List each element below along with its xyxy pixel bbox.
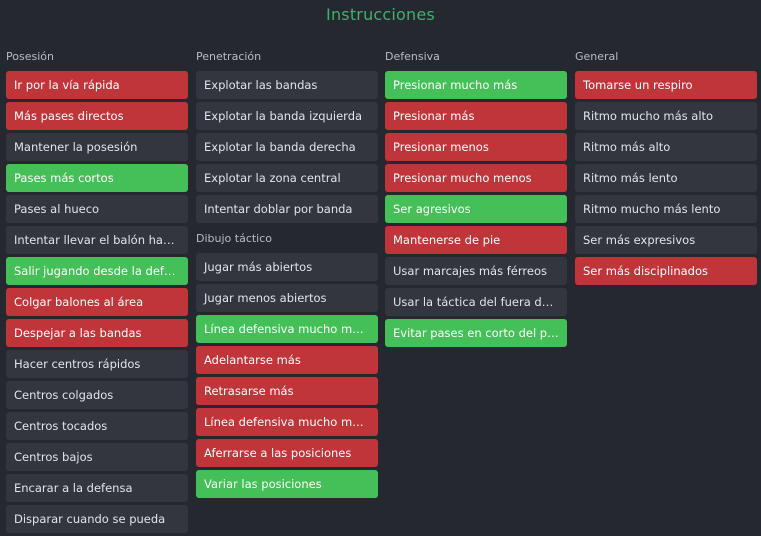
instruction-button-intentar-llevar-el-balon-hasta-la-porteria[interactable]: Intentar llevar el balón hasta la porter… bbox=[6, 226, 188, 254]
instruction-button-ritmo-mucho-mas-lento[interactable]: Ritmo mucho más lento bbox=[575, 195, 757, 223]
instruction-button-intentar-doblar-por-banda[interactable]: Intentar doblar por banda bbox=[196, 195, 378, 223]
instruction-button-explotar-la-zona-central[interactable]: Explotar la zona central bbox=[196, 164, 378, 192]
section-header-dibujo-tactico: Dibujo táctico bbox=[196, 232, 273, 245]
column-header-penetracion: Penetración bbox=[196, 50, 262, 63]
instruction-button-jugar-menos-abiertos[interactable]: Jugar menos abiertos bbox=[196, 284, 378, 312]
instruction-button-explotar-la-banda-derecha[interactable]: Explotar la banda derecha bbox=[196, 133, 378, 161]
instruction-button-centros-tocados[interactable]: Centros tocados bbox=[6, 412, 188, 440]
instruction-button-encarar-a-la-defensa[interactable]: Encarar a la defensa bbox=[6, 474, 188, 502]
instruction-button-presionar-mucho-menos[interactable]: Presionar mucho menos bbox=[385, 164, 567, 192]
instruction-button-mantener-la-posesion[interactable]: Mantener la posesión bbox=[6, 133, 188, 161]
instruction-button-despejar-a-las-bandas[interactable]: Despejar a las bandas bbox=[6, 319, 188, 347]
page-title: Instrucciones bbox=[326, 5, 435, 24]
instruction-button-usar-marcajes-mas-ferreos[interactable]: Usar marcajes más férreos bbox=[385, 257, 567, 285]
column-posesion: Posesión Ir por la vía rápida Más pases d… bbox=[6, 47, 188, 536]
instruction-button-pases-al-hueco[interactable]: Pases al hueco bbox=[6, 195, 188, 223]
instruction-button-retrasarse-mas[interactable]: Retrasarse más bbox=[196, 377, 378, 405]
column-header-general: General bbox=[575, 50, 619, 63]
instruction-button-ser-agresivos[interactable]: Ser agresivos bbox=[385, 195, 567, 223]
instruction-button-usar-la-tactica-del-fuera-de-juego[interactable]: Usar la táctica del fuera de juego bbox=[385, 288, 567, 316]
instruction-button-centros-bajos[interactable]: Centros bajos bbox=[6, 443, 188, 471]
instruction-button-aferrarse-a-las-posiciones[interactable]: Aferrarse a las posiciones bbox=[196, 439, 378, 467]
instruction-button-colgar-balones-al-area[interactable]: Colgar balones al área bbox=[6, 288, 188, 316]
instruction-button-presionar-mas[interactable]: Presionar más bbox=[385, 102, 567, 130]
column-defensiva: Defensiva Presionar mucho más Presionar m… bbox=[385, 47, 567, 350]
instruction-button-presionar-mucho-mas[interactable]: Presionar mucho más bbox=[385, 71, 567, 99]
instruction-button-tomarse-un-respiro[interactable]: Tomarse un respiro bbox=[575, 71, 757, 99]
instruction-button-explotar-las-bandas[interactable]: Explotar las bandas bbox=[196, 71, 378, 99]
instruction-button-salir-jugando-desde-la-defensa[interactable]: Salir jugando desde la defensa bbox=[6, 257, 188, 285]
column-header-posesion: Posesión bbox=[6, 50, 54, 63]
instruction-button-ser-mas-expresivos[interactable]: Ser más expresivos bbox=[575, 226, 757, 254]
instruction-button-disparar-cuando-se-pueda[interactable]: Disparar cuando se pueda bbox=[6, 505, 188, 533]
instruction-button-mantenerse-de-pie[interactable]: Mantenerse de pie bbox=[385, 226, 567, 254]
instruction-button-ser-mas-disciplinados[interactable]: Ser más disciplinados bbox=[575, 257, 757, 285]
instruction-button-linea-defensiva-mucho-mas-retrasada[interactable]: Línea defensiva mucho más retrasada bbox=[196, 408, 378, 436]
instruction-button-ir-por-la-via-rapida[interactable]: Ir por la vía rápida bbox=[6, 71, 188, 99]
column-penetracion: Penetración Explotar las bandas Explotar … bbox=[196, 47, 378, 501]
instruction-button-pases-mas-cortos[interactable]: Pases más cortos bbox=[6, 164, 188, 192]
instruction-button-explotar-la-banda-izquierda[interactable]: Explotar la banda izquierda bbox=[196, 102, 378, 130]
instruction-button-adelantarse-mas[interactable]: Adelantarse más bbox=[196, 346, 378, 374]
instruction-button-hacer-centros-rapidos[interactable]: Hacer centros rápidos bbox=[6, 350, 188, 378]
instruction-button-variar-las-posiciones[interactable]: Variar las posiciones bbox=[196, 470, 378, 498]
instruction-button-ritmo-mas-alto[interactable]: Ritmo más alto bbox=[575, 133, 757, 161]
instruction-button-jugar-mas-abiertos[interactable]: Jugar más abiertos bbox=[196, 253, 378, 281]
instruction-button-ritmo-mas-lento[interactable]: Ritmo más lento bbox=[575, 164, 757, 192]
instruction-button-mas-pases-directos[interactable]: Más pases directos bbox=[6, 102, 188, 130]
column-general: General Tomarse un respiro Ritmo mucho má… bbox=[575, 47, 757, 288]
instruction-button-ritmo-mucho-mas-alto[interactable]: Ritmo mucho más alto bbox=[575, 102, 757, 130]
column-header-defensiva: Defensiva bbox=[385, 50, 440, 63]
instruction-button-linea-defensiva-mucho-mas-adelantada[interactable]: Línea defensiva mucho más adelantada bbox=[196, 315, 378, 343]
instruction-button-evitar-pases-en-corto-del-portero[interactable]: Evitar pases en corto del portero bbox=[385, 319, 567, 347]
instruction-button-presionar-menos[interactable]: Presionar menos bbox=[385, 133, 567, 161]
instruction-button-centros-colgados[interactable]: Centros colgados bbox=[6, 381, 188, 409]
